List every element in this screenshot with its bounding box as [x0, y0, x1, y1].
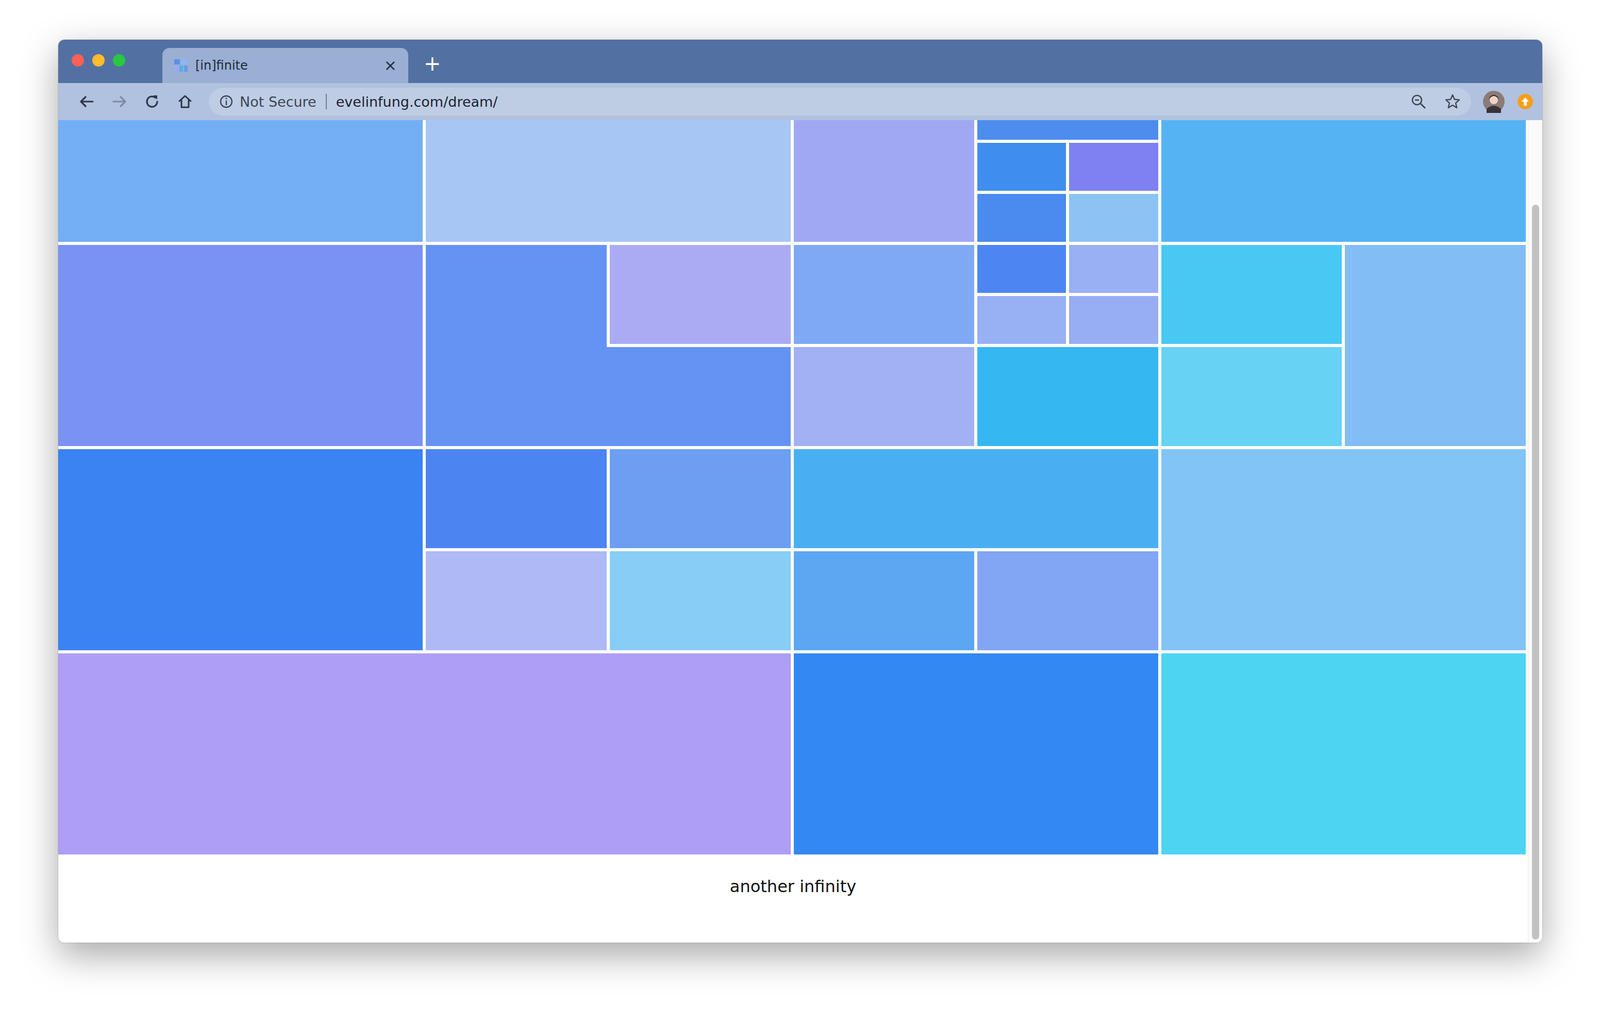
address-bar[interactable]: Not Secure evelinfung.com/dream/ — [208, 87, 1472, 116]
treemap-viewport — [58, 120, 1528, 858]
treemap-tile[interactable] — [1344, 244, 1526, 446]
forward-icon — [110, 92, 128, 111]
treemap-tile[interactable] — [793, 244, 975, 344]
treemap-tile[interactable] — [425, 551, 607, 650]
treemap-tile[interactable] — [793, 653, 1159, 855]
treemap-tile[interactable] — [977, 551, 1159, 650]
zoom-icon[interactable] — [1410, 93, 1427, 110]
treemap-tile[interactable] — [1161, 653, 1526, 855]
treemap-tile[interactable] — [58, 244, 423, 446]
home-button[interactable] — [168, 87, 202, 116]
treemap-tile[interactable] — [793, 346, 975, 446]
treemap-tile[interactable] — [977, 120, 1159, 140]
reload-button[interactable] — [135, 87, 169, 116]
browser-tab[interactable]: [in]finite × — [162, 47, 409, 83]
toolbar-right — [1482, 90, 1535, 113]
bookmark-star-icon[interactable] — [1444, 93, 1461, 110]
treemap-tile[interactable] — [1069, 295, 1158, 344]
tab-title: [in]finite — [195, 58, 377, 73]
back-button[interactable] — [69, 87, 103, 116]
back-icon — [77, 92, 95, 111]
tab-close-button[interactable]: × — [384, 57, 397, 74]
treemap-tile[interactable] — [58, 653, 791, 855]
tab-bar: [in]finite × + — [58, 39, 1543, 83]
home-icon — [176, 92, 194, 111]
treemap-tile[interactable] — [1069, 193, 1158, 242]
address-divider — [325, 93, 327, 110]
new-tab-button[interactable]: + — [423, 53, 442, 74]
treemap-tile[interactable] — [609, 551, 791, 650]
treemap-tile[interactable] — [425, 120, 791, 242]
treemap-tile[interactable] — [58, 448, 423, 650]
forward-button — [102, 87, 136, 116]
treemap-tile[interactable] — [58, 120, 423, 242]
page-content: another infinity — [58, 120, 1543, 943]
treemap-tile[interactable] — [609, 448, 791, 548]
treemap-tile[interactable] — [977, 295, 1066, 344]
url-text[interactable]: evelinfung.com/dream/ — [336, 93, 1405, 110]
caption-area: another infinity — [58, 857, 1528, 943]
window-controls — [58, 54, 126, 67]
treemap-tile[interactable] — [793, 120, 975, 242]
treemap-tile[interactable] — [1161, 346, 1343, 446]
treemap-tile[interactable] — [793, 551, 975, 650]
favicon-icon — [173, 58, 189, 73]
reload-icon — [143, 92, 161, 111]
info-icon[interactable] — [219, 94, 234, 109]
browser-window: [in]finite × + Not Secure evelinfung.com/dre… — [58, 39, 1543, 943]
caption-text: another infinity — [729, 876, 857, 943]
profile-avatar-icon[interactable] — [1482, 90, 1506, 113]
treemap-tile[interactable] — [977, 244, 1066, 293]
page-main: another infinity — [58, 120, 1528, 943]
close-window-icon[interactable] — [71, 54, 85, 67]
treemap-tile[interactable] — [1161, 120, 1526, 242]
scrollbar-track[interactable] — [1527, 120, 1543, 943]
security-label: Not Secure — [239, 93, 317, 110]
update-icon[interactable] — [1516, 92, 1535, 111]
treemap-tile[interactable] — [977, 346, 1159, 446]
treemap-tile[interactable] — [1161, 244, 1343, 344]
treemap-tile[interactable] — [977, 142, 1066, 191]
scrollbar-thumb[interactable] — [1531, 204, 1540, 940]
treemap-tile[interactable] — [609, 244, 791, 344]
toolbar: Not Secure evelinfung.com/dream/ — [58, 82, 1543, 121]
treemap-tile[interactable] — [1069, 142, 1158, 191]
treemap-tile[interactable] — [977, 193, 1066, 242]
treemap-tile[interactable] — [793, 448, 1159, 548]
treemap-tile[interactable] — [1069, 244, 1158, 293]
treemap-tile[interactable] — [425, 448, 607, 548]
minimize-window-icon[interactable] — [92, 54, 105, 67]
treemap — [58, 120, 1526, 855]
zoom-window-icon[interactable] — [112, 54, 126, 67]
treemap-tile[interactable] — [1161, 448, 1526, 650]
